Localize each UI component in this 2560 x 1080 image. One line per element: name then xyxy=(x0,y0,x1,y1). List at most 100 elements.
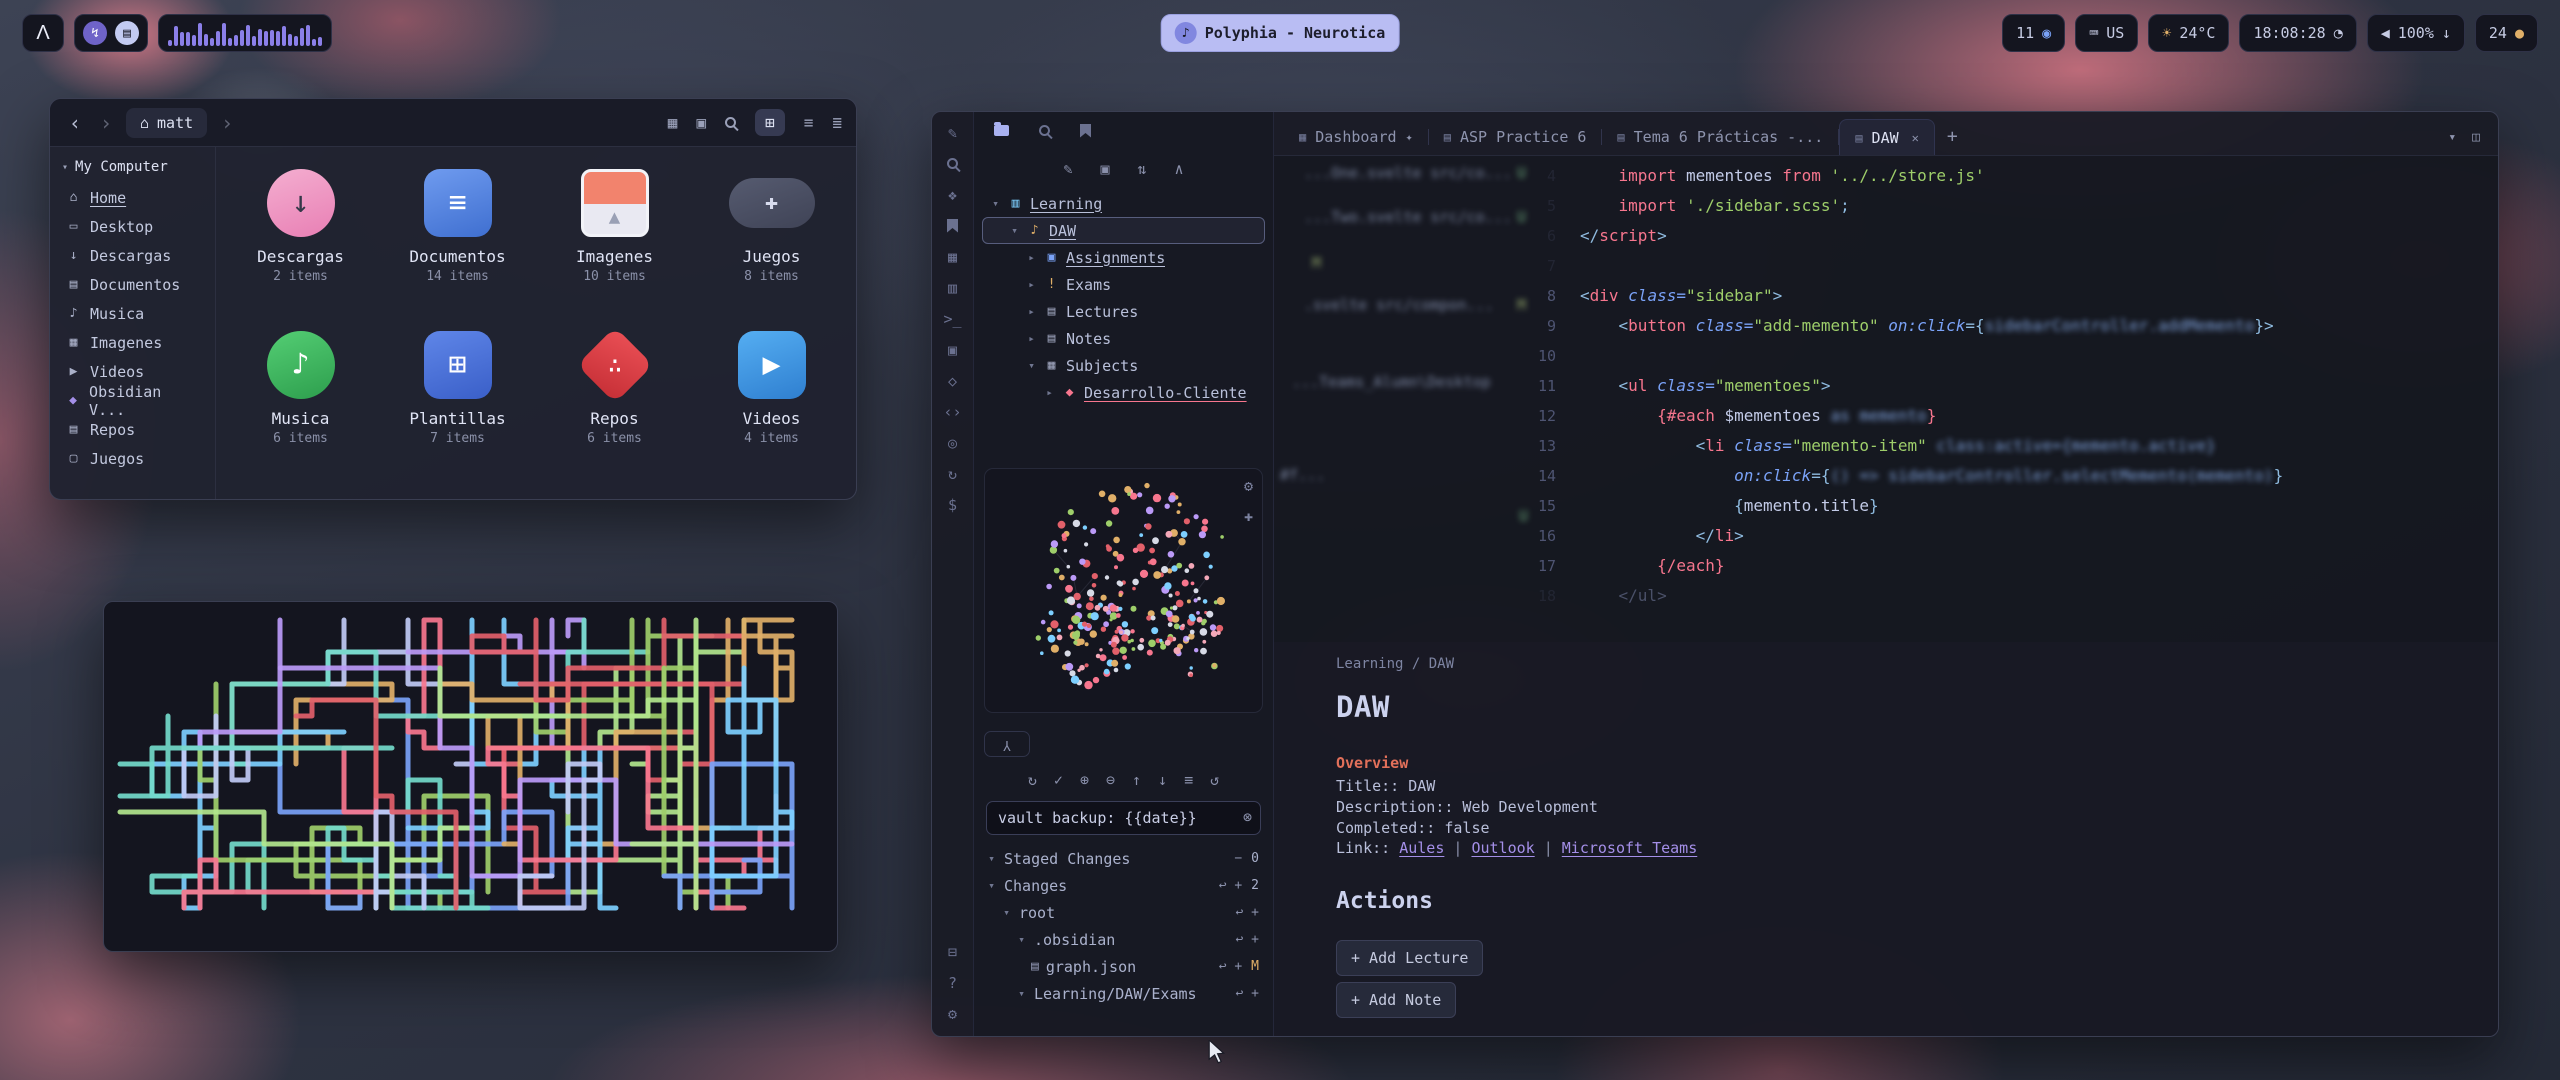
pull-button[interactable]: ↓ xyxy=(1158,771,1167,789)
ribbon-search-button[interactable] xyxy=(942,155,964,172)
close-tab-icon[interactable]: ✕ xyxy=(1912,131,1919,145)
git-action-icons[interactable]: ↩ + xyxy=(1236,986,1259,1001)
tab-asp-practice-6[interactable]: ▤ASP Practice 6 xyxy=(1429,119,1602,155)
file-manager-header[interactable]: ‹ › ⌂ matt › ▦ ▣ ⊞ ≡ ≣ xyxy=(50,99,856,147)
git-panel-tab[interactable]: Y xyxy=(984,731,1030,757)
notes-icon[interactable]: ▤ xyxy=(115,21,139,45)
ribbon-settings-button[interactable]: ⚙ xyxy=(942,1005,964,1022)
action-button-add-lecture[interactable]: + Add Lecture xyxy=(1336,940,1483,976)
git-row-graph-json[interactable]: ▤graph.json↩ +M xyxy=(984,953,1263,980)
ribbon-vault-button[interactable]: ⊟ xyxy=(942,943,964,960)
git-action-icons[interactable]: ↩ + xyxy=(1236,905,1259,920)
history-button[interactable]: ↻ xyxy=(1028,771,1037,789)
folder-imagenes[interactable]: ▲Imagenes10 items xyxy=(544,169,686,331)
module-keyboard-layout[interactable]: ⌨US xyxy=(2075,14,2138,52)
ribbon-bookmark-button[interactable] xyxy=(942,217,964,234)
panel-tab-bookmark[interactable] xyxy=(1080,124,1091,138)
git-row--obsidian[interactable]: ▾.obsidian↩ + xyxy=(984,926,1263,953)
panel-tab-search[interactable] xyxy=(1039,125,1050,136)
power-icon[interactable]: ↯ xyxy=(83,21,107,45)
new-tab-button[interactable]: + xyxy=(1935,126,1970,155)
git-action-icons[interactable]: ↩ + xyxy=(1219,878,1242,893)
module-updates[interactable]: 11◉ xyxy=(2002,14,2065,52)
tree-item-assignments[interactable]: ▸▣Assignments xyxy=(982,244,1265,271)
git-action-icons[interactable]: − xyxy=(1234,851,1242,866)
sidebar-item-documentos[interactable]: ▤Documentos xyxy=(60,270,205,299)
sidebar-item-repos[interactable]: ▤Repos xyxy=(60,415,205,444)
collapse-button[interactable]: ∧ xyxy=(1175,160,1184,178)
grid-view-button[interactable]: ⊞ xyxy=(755,109,785,136)
note-link-microsoft-teams[interactable]: Microsoft Teams xyxy=(1562,839,1697,857)
new-note-button[interactable]: ✎ xyxy=(1063,160,1072,178)
stage-all-button[interactable]: ⊕ xyxy=(1080,771,1089,789)
folder-juegos[interactable]: ✚Juegos8 items xyxy=(701,169,843,331)
code-editor-pane[interactable]: ...One.svelte src/co...U...Two.svelte sr… xyxy=(1274,156,2498,642)
module-clock[interactable]: 18:08:28◔ xyxy=(2239,14,2356,52)
tab-list-icon[interactable]: ▾ xyxy=(2448,130,2456,145)
refresh-button[interactable]: ↺ xyxy=(1210,771,1219,789)
folder-musica[interactable]: ♪Musica6 items xyxy=(230,331,372,493)
git-row-staged-changes[interactable]: ▾Staged Changes−0 xyxy=(984,845,1263,872)
ribbon-dice-button[interactable]: ◇ xyxy=(942,372,964,389)
toggle-right-sidebar-icon[interactable]: ◫ xyxy=(2472,130,2480,145)
folder-plantillas[interactable]: ⊞Plantillas7 items xyxy=(387,331,529,493)
git-row-learning-daw-exams[interactable]: ▾Learning/DAW/Exams↩ + xyxy=(984,980,1263,1007)
note-pane[interactable]: Learning / DAW DAW Overview Title:: DAWD… xyxy=(1274,642,2498,1036)
tree-item-exams[interactable]: ▸!Exams xyxy=(982,271,1265,298)
tab-tema-6-pr-cticas[interactable]: ▤Tema 6 Prácticas -... xyxy=(1602,119,1838,155)
sidebar-item-musica[interactable]: ♪Musica xyxy=(60,299,205,328)
tree-item-notes[interactable]: ▸▤Notes xyxy=(982,325,1265,352)
git-row-changes[interactable]: ▾Changes↩ +2 xyxy=(984,872,1263,899)
graph-view-panel[interactable]: ⚙ ✚ xyxy=(984,468,1263,713)
tab-dashboard[interactable]: ▦Dashboard✦ xyxy=(1284,119,1428,155)
now-playing[interactable]: ♪ Polyphia - Neurotica xyxy=(1161,14,1400,52)
pipes-terminal-window[interactable] xyxy=(103,601,838,952)
tree-item-learning[interactable]: ▾▥Learning xyxy=(982,190,1265,217)
panel-tab-folder[interactable] xyxy=(994,125,1009,136)
sidebar-item-descargas[interactable]: ↓Descargas xyxy=(60,241,205,270)
note-link-outlook[interactable]: Outlook xyxy=(1471,839,1534,857)
new-folder-button[interactable]: ▣ xyxy=(1100,160,1109,178)
menu-icon[interactable]: ≣ xyxy=(832,113,842,132)
sidebar-item-home[interactable]: ⌂Home xyxy=(60,183,205,212)
folder-documentos[interactable]: ≡Documentos14 items xyxy=(387,169,529,331)
list-button[interactable]: ≡ xyxy=(1184,771,1193,789)
module-volume[interactable]: ◀100%↓ xyxy=(2367,14,2465,52)
ribbon-help-button[interactable]: ? xyxy=(942,974,964,991)
breadcrumb[interactable]: ⌂ matt xyxy=(126,108,207,138)
commit-button[interactable]: ✓ xyxy=(1054,771,1063,789)
git-action-icons[interactable]: ↩ + xyxy=(1236,932,1259,947)
tab-daw[interactable]: ▤DAW✕ xyxy=(1839,119,1935,155)
commit-message-input[interactable] xyxy=(986,801,1261,835)
tree-item-desarrollo-cliente[interactable]: ▸◆Desarrollo-Cliente xyxy=(982,379,1265,406)
ribbon-terminal-button[interactable]: >_ xyxy=(942,310,964,327)
ribbon-code-button[interactable]: ‹› xyxy=(942,403,964,420)
folder-repos[interactable]: ∴Repos6 items xyxy=(544,331,686,493)
forward-button[interactable]: › xyxy=(95,111,117,135)
sidebar-section-title[interactable]: ▾ My Computer xyxy=(62,159,205,175)
ribbon-sync-button[interactable]: ↻ xyxy=(942,465,964,482)
launcher-button[interactable]: Λ xyxy=(22,14,64,52)
ribbon-calendar-button[interactable]: ▥ xyxy=(942,279,964,296)
sort-button[interactable]: ⇅ xyxy=(1138,160,1147,178)
push-button[interactable]: ↑ xyxy=(1132,771,1141,789)
search-icon[interactable] xyxy=(725,117,736,128)
new-folder-icon[interactable]: ▣ xyxy=(696,113,706,132)
list-view-button[interactable]: ≡ xyxy=(804,113,814,132)
action-button-add-note[interactable]: + Add Note xyxy=(1336,982,1456,1018)
graph-filter-icon[interactable]: ✚ xyxy=(1244,507,1253,525)
ribbon-pencil-button[interactable]: ✎ xyxy=(942,124,964,141)
ribbon-grid-button[interactable]: ▦ xyxy=(942,248,964,265)
ribbon-dollar-button[interactable]: $ xyxy=(942,496,964,513)
tree-item-daw[interactable]: ▾♪DAW xyxy=(982,217,1265,244)
git-action-icons[interactable]: ↩ + xyxy=(1219,959,1242,974)
ribbon-network-button[interactable]: ❖ xyxy=(942,186,964,203)
git-row-root[interactable]: ▾root↩ + xyxy=(984,899,1263,926)
module-notifications[interactable]: 24● xyxy=(2475,14,2538,52)
sidebar-item-desktop[interactable]: ▭Desktop xyxy=(60,212,205,241)
ribbon-camera-button[interactable]: ◎ xyxy=(942,434,964,451)
folder-videos[interactable]: ▶Videos4 items xyxy=(701,331,843,493)
ribbon-book-button[interactable]: ▣ xyxy=(942,341,964,358)
sidebar-item-imagenes[interactable]: ▦Imagenes xyxy=(60,328,205,357)
sidebar-item-obsidian-v[interactable]: ◆Obsidian V... xyxy=(60,386,205,415)
